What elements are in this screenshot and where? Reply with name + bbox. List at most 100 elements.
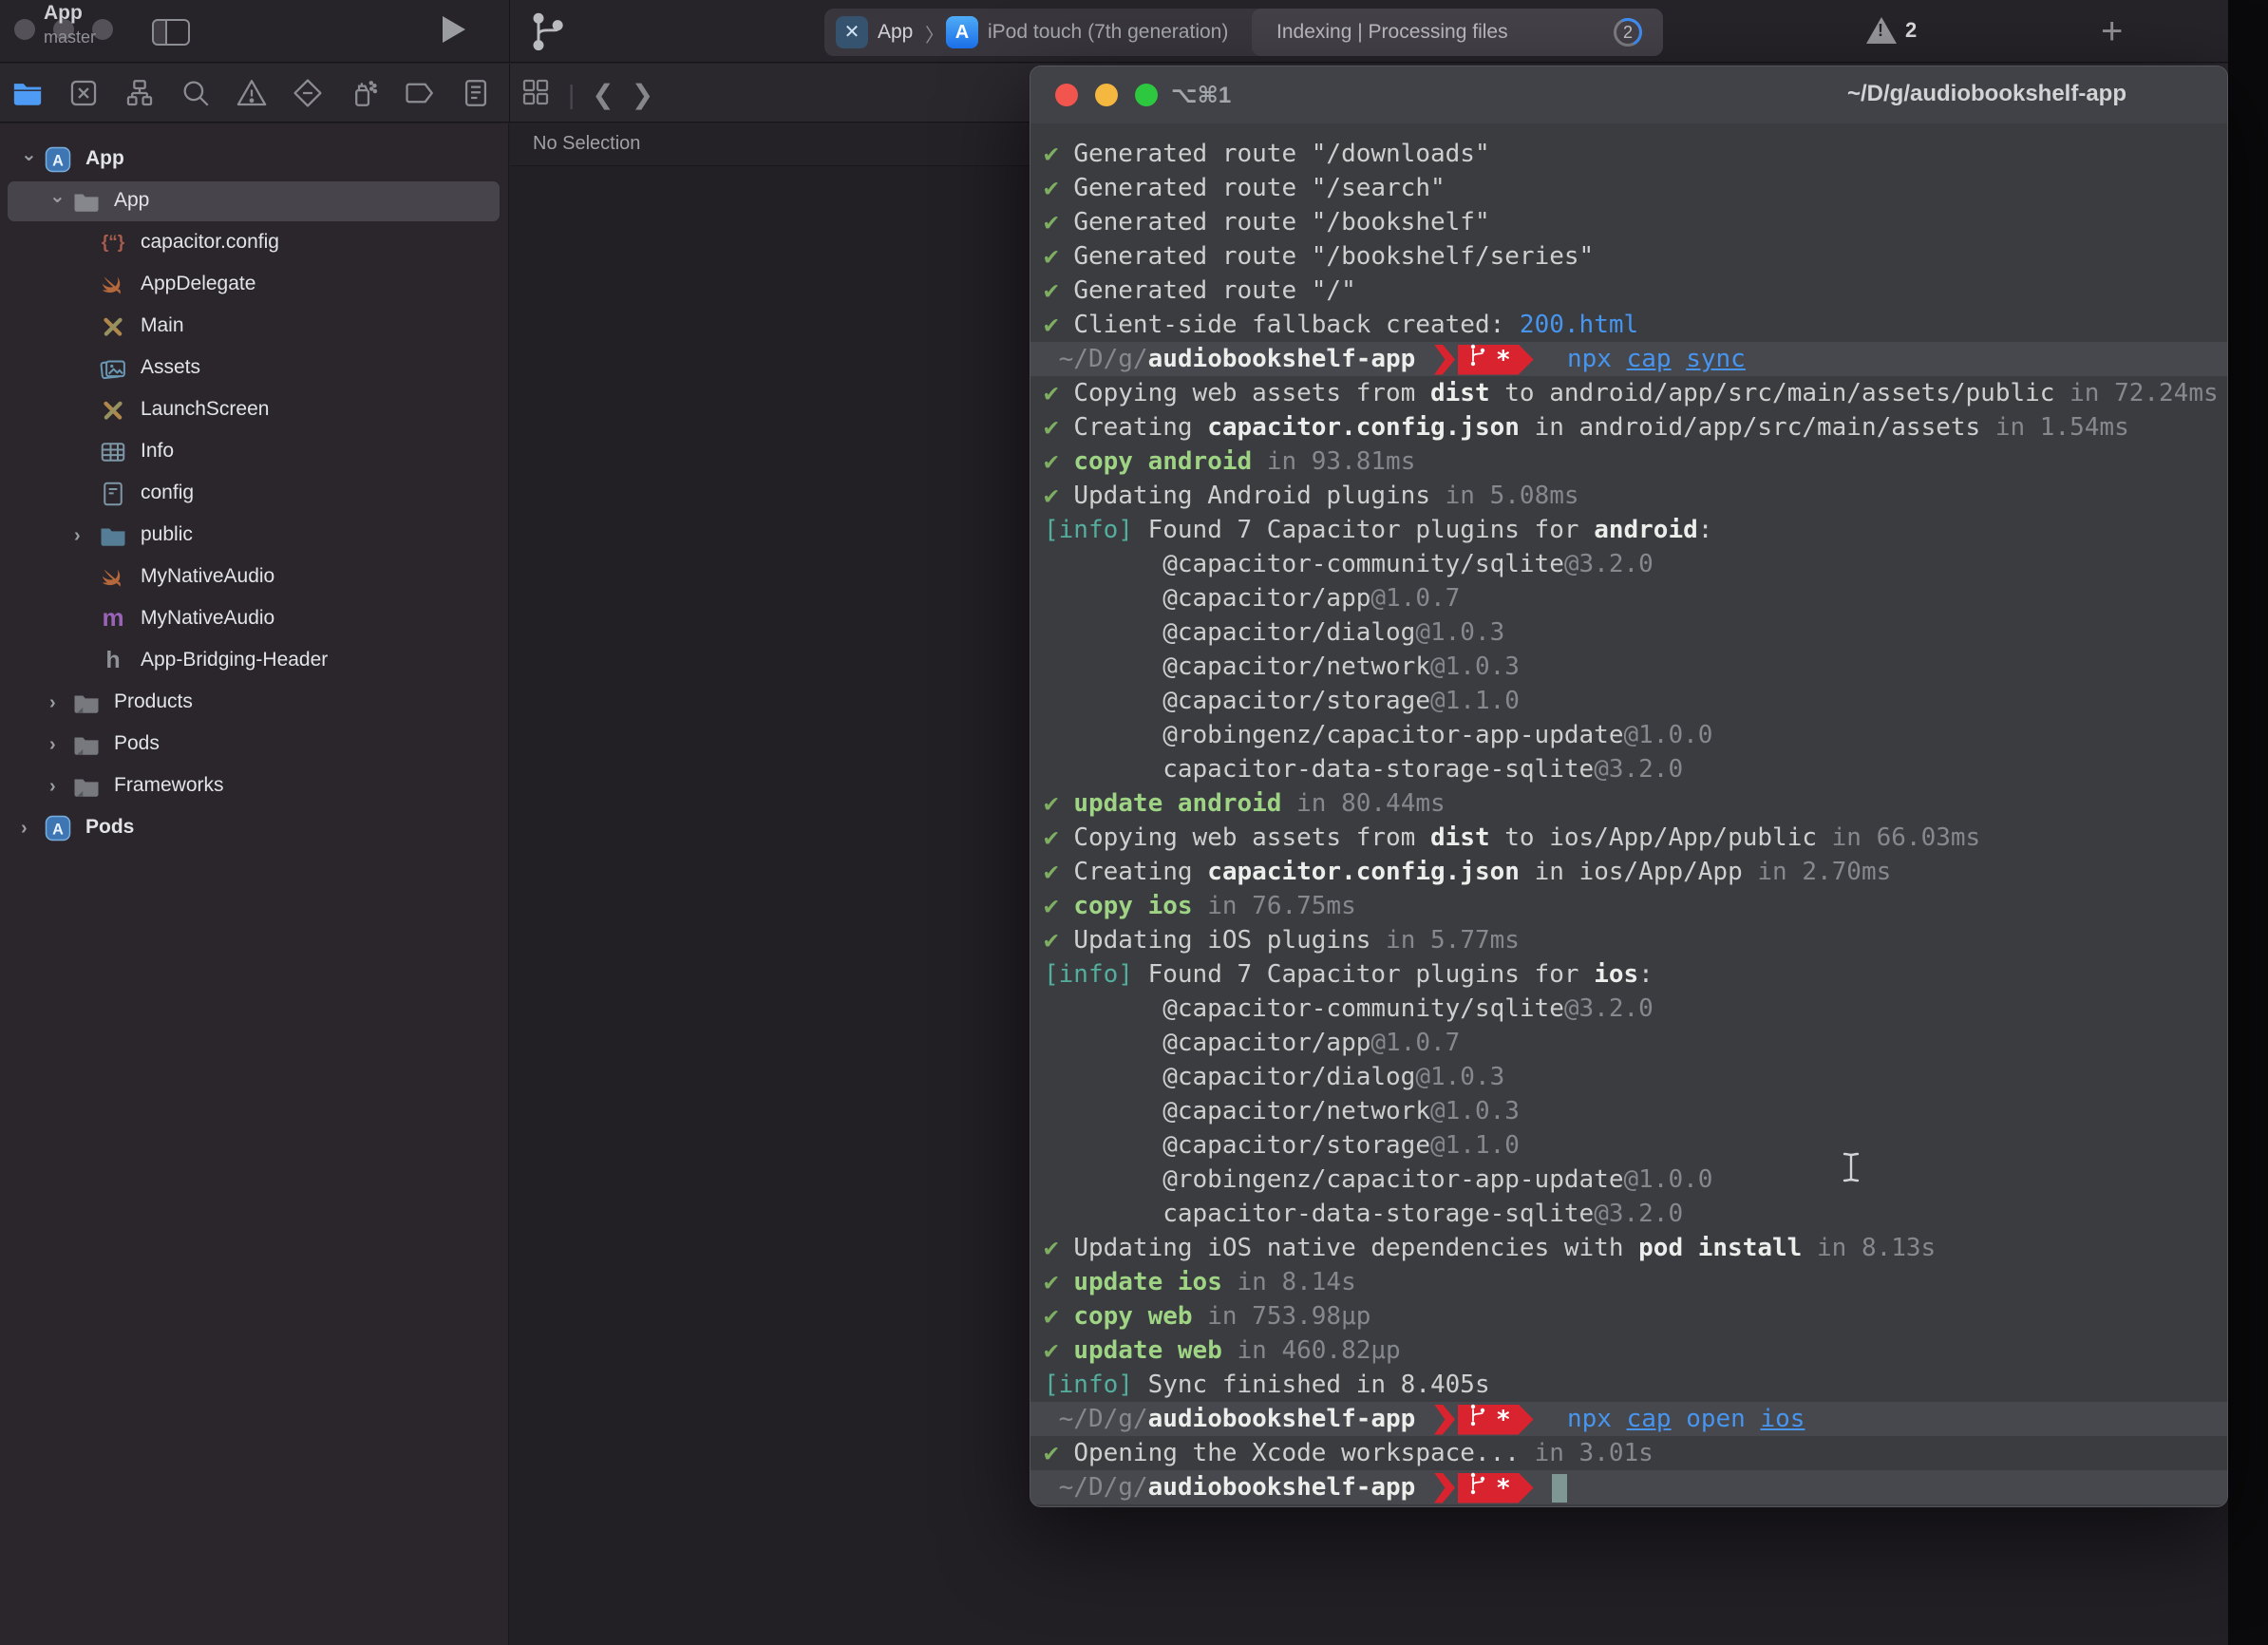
terminal-text: @capacitor-community/sqlite xyxy=(1044,994,1564,1023)
sidebar-item-appdelegate[interactable]: AppDelegate xyxy=(0,264,509,306)
issue-navigator-icon[interactable] xyxy=(236,77,268,109)
sidebar-item-frameworks[interactable]: ›Frameworks xyxy=(0,766,509,807)
source-control-navigator-icon[interactable] xyxy=(67,77,100,109)
symbol-navigator-icon[interactable] xyxy=(123,77,156,109)
sidebar-item-pods[interactable]: ›APods xyxy=(0,807,509,849)
find-navigator-icon[interactable] xyxy=(180,77,212,109)
sidebar-item-pods[interactable]: ›Pods xyxy=(0,724,509,766)
disclosure-right-icon[interactable]: › xyxy=(49,692,56,714)
terminal-text: Opening the Xcode workspace... xyxy=(1073,1439,1534,1467)
terminal-title-path: ~/D/g/audiobookshelf-app xyxy=(1847,81,2126,107)
json-file-icon: {“} xyxy=(99,229,127,257)
scheme-name[interactable]: App xyxy=(878,21,913,44)
terminal-text: [info] xyxy=(1044,516,1133,544)
hfile-file-icon: h xyxy=(99,647,127,675)
terminal-command-link[interactable]: cap xyxy=(1627,1405,1672,1433)
terminal-text: Client-side fallback created: xyxy=(1073,311,1520,339)
terminal-text: @1.0.3 xyxy=(1430,1097,1520,1125)
terminal-text: in 3.01s xyxy=(1535,1439,1654,1467)
terminal-text: dist xyxy=(1430,379,1490,407)
scheme-selector[interactable]: ✕ App 〉 A iPod touch (7th generation) In… xyxy=(824,9,1663,56)
terminal-text: in 2.70ms xyxy=(1757,858,1891,886)
terminal-text: ✔ xyxy=(1044,858,1073,886)
sidebar-item-app[interactable]: ⌄AApp xyxy=(0,139,509,180)
terminal-line: [info] Found 7 Capacitor plugins for and… xyxy=(1030,513,2227,547)
sidebar-item-mynativeaudio[interactable]: mMyNativeAudio xyxy=(0,598,509,640)
terminal-output[interactable]: ✔ Generated route "/downloads"✔ Generate… xyxy=(1030,123,2227,1504)
terminal-command-link[interactable]: sync xyxy=(1686,345,1746,373)
sidebar-item-info[interactable]: Info xyxy=(0,431,509,473)
terminal-text: @capacitor/storage xyxy=(1044,687,1430,715)
back-navigation-icon[interactable]: ❮ xyxy=(592,79,614,110)
terminal-close-button[interactable] xyxy=(1055,84,1078,106)
disclosure-down-icon[interactable]: ⌄ xyxy=(21,142,37,166)
add-editor-button[interactable]: + xyxy=(2101,10,2123,53)
terminal-text: ✔ xyxy=(1044,482,1073,510)
sidebar-item-app-bridging-header[interactable]: hApp-Bridging-Header xyxy=(0,640,509,682)
terminal-text: Generated route "/" xyxy=(1073,276,1355,305)
sidebar-item-assets[interactable]: Assets xyxy=(0,348,509,389)
folder-file-icon xyxy=(72,187,101,216)
sidebar-item-public[interactable]: ›public xyxy=(0,515,509,557)
debug-navigator-icon[interactable] xyxy=(348,77,380,109)
terminal-line: ✔ Creating capacitor.config.json in andr… xyxy=(1030,410,2227,444)
activity-view[interactable]: Indexing | Processing files 2 xyxy=(1252,9,1663,56)
disclosure-right-icon[interactable]: › xyxy=(74,525,81,547)
terminal-minimize-button[interactable] xyxy=(1095,84,1118,106)
report-navigator-icon[interactable] xyxy=(460,77,492,109)
terminal-line: ✔ Generated route "/" xyxy=(1030,274,2227,308)
terminal-text: @3.2.0 xyxy=(1594,1200,1683,1228)
warning-icon[interactable] xyxy=(1866,17,1897,44)
sidebar-item-launchscreen[interactable]: LaunchScreen xyxy=(0,389,509,431)
disclosure-right-icon[interactable]: › xyxy=(49,776,56,798)
terminal-line: ✔ Updating iOS native dependencies with … xyxy=(1030,1231,2227,1265)
warning-count[interactable]: 2 xyxy=(1905,18,1917,43)
sidebar-item-main[interactable]: Main xyxy=(0,306,509,348)
terminal-text: Generated route "/downloads" xyxy=(1073,140,1489,168)
terminal-text: capacitor.config.json xyxy=(1207,858,1520,886)
breakpoint-navigator-icon[interactable] xyxy=(404,77,436,109)
terminal-command-link[interactable]: cap xyxy=(1627,345,1672,373)
terminal-line: @capacitor-community/sqlite@3.2.0 xyxy=(1030,547,2227,581)
terminal-line: ✔ Creating capacitor.config.json in ios/… xyxy=(1030,855,2227,889)
sidebar-item-label: Products xyxy=(114,690,193,713)
powerline-chevron-icon xyxy=(1434,1405,1455,1435)
terminal-text xyxy=(1802,1234,1817,1262)
xcode-titlebar: App master ✕ App 〉 A iPod touch (7th gen… xyxy=(0,0,2228,63)
terminal-text: capacitor-data-storage-sqlite xyxy=(1044,1200,1594,1228)
terminal-text: copy web xyxy=(1073,1302,1207,1331)
terminal-window[interactable]: ⌥⌘1 ~/D/g/audiobookshelf-app ✔ Generated… xyxy=(1030,66,2228,1507)
terminal-zoom-button[interactable] xyxy=(1135,84,1158,106)
terminal-line: @capacitor/dialog@1.0.3 xyxy=(1030,1060,2227,1094)
swift-file-icon xyxy=(99,271,127,299)
terminal-text: ✔ xyxy=(1044,140,1073,168)
close-window-button[interactable] xyxy=(14,19,35,40)
forward-navigation-icon[interactable]: ❯ xyxy=(632,79,653,110)
terminal-text: ~/D/g/ xyxy=(1044,1405,1148,1433)
disclosure-right-icon[interactable]: › xyxy=(21,818,28,840)
terminal-text: @1.1.0 xyxy=(1430,687,1520,715)
sidebar-toggle-icon[interactable] xyxy=(152,19,190,46)
sidebar-item-products[interactable]: › Products xyxy=(0,682,509,724)
run-button[interactable] xyxy=(443,16,465,43)
editor-grid-icon[interactable] xyxy=(520,77,551,112)
terminal-command-link[interactable]: ios xyxy=(1760,1405,1805,1433)
terminal-text: ✔ xyxy=(1044,1336,1073,1365)
terminal-titlebar[interactable]: ⌥⌘1 ~/D/g/audiobookshelf-app xyxy=(1030,66,2227,123)
disclosure-right-icon[interactable]: › xyxy=(49,734,56,756)
terminal-text: 200.html xyxy=(1520,311,1638,339)
sidebar-item-mynativeaudio[interactable]: MyNativeAudio xyxy=(0,557,509,598)
assets-file-icon xyxy=(99,354,127,383)
sidebar-item-label: Pods xyxy=(85,816,134,839)
test-navigator-icon[interactable] xyxy=(292,77,324,109)
sidebar-item-capacitor.config[interactable]: {“}capacitor.config xyxy=(0,222,509,264)
project-navigator-icon[interactable] xyxy=(11,77,44,109)
sidebar-item-app[interactable]: ⌄App xyxy=(0,180,509,222)
terminal-prompt-line: ~/D/g/audiobookshelf-app * xyxy=(1030,1470,2227,1504)
run-destination[interactable]: iPod touch (7th generation) xyxy=(988,21,1228,44)
branch-icon xyxy=(528,8,570,55)
sidebar-item-config[interactable]: config xyxy=(0,473,509,515)
terminal-text: @3.2.0 xyxy=(1564,994,1654,1023)
source-control-summary[interactable] xyxy=(528,8,570,60)
disclosure-down-icon[interactable]: ⌄ xyxy=(49,184,66,208)
